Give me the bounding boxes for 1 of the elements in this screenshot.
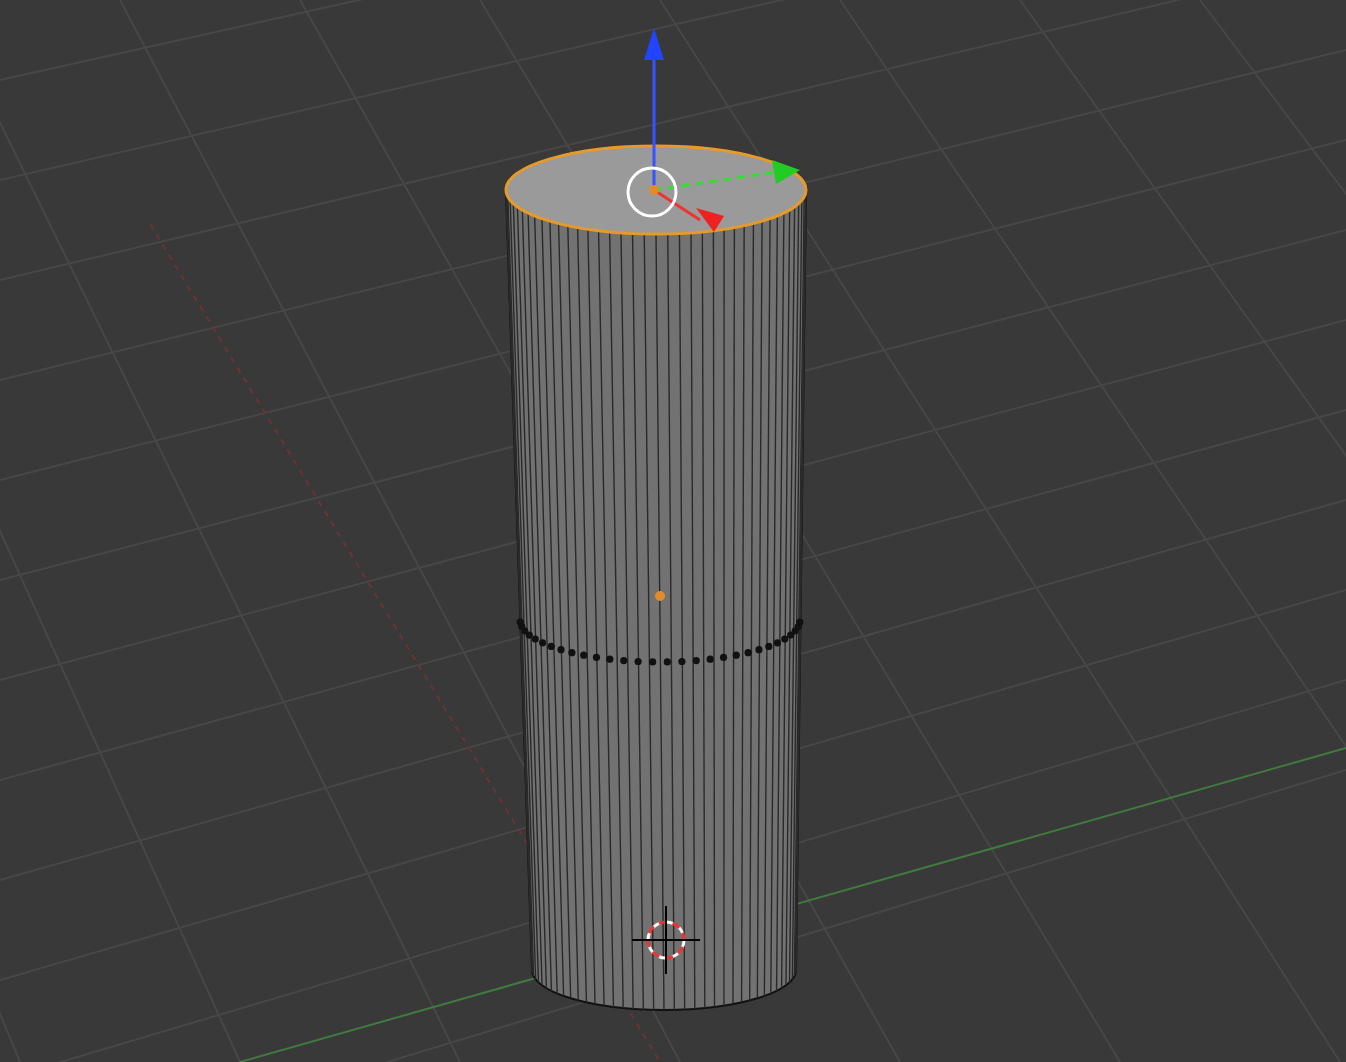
cursor-icon (631, 905, 701, 975)
